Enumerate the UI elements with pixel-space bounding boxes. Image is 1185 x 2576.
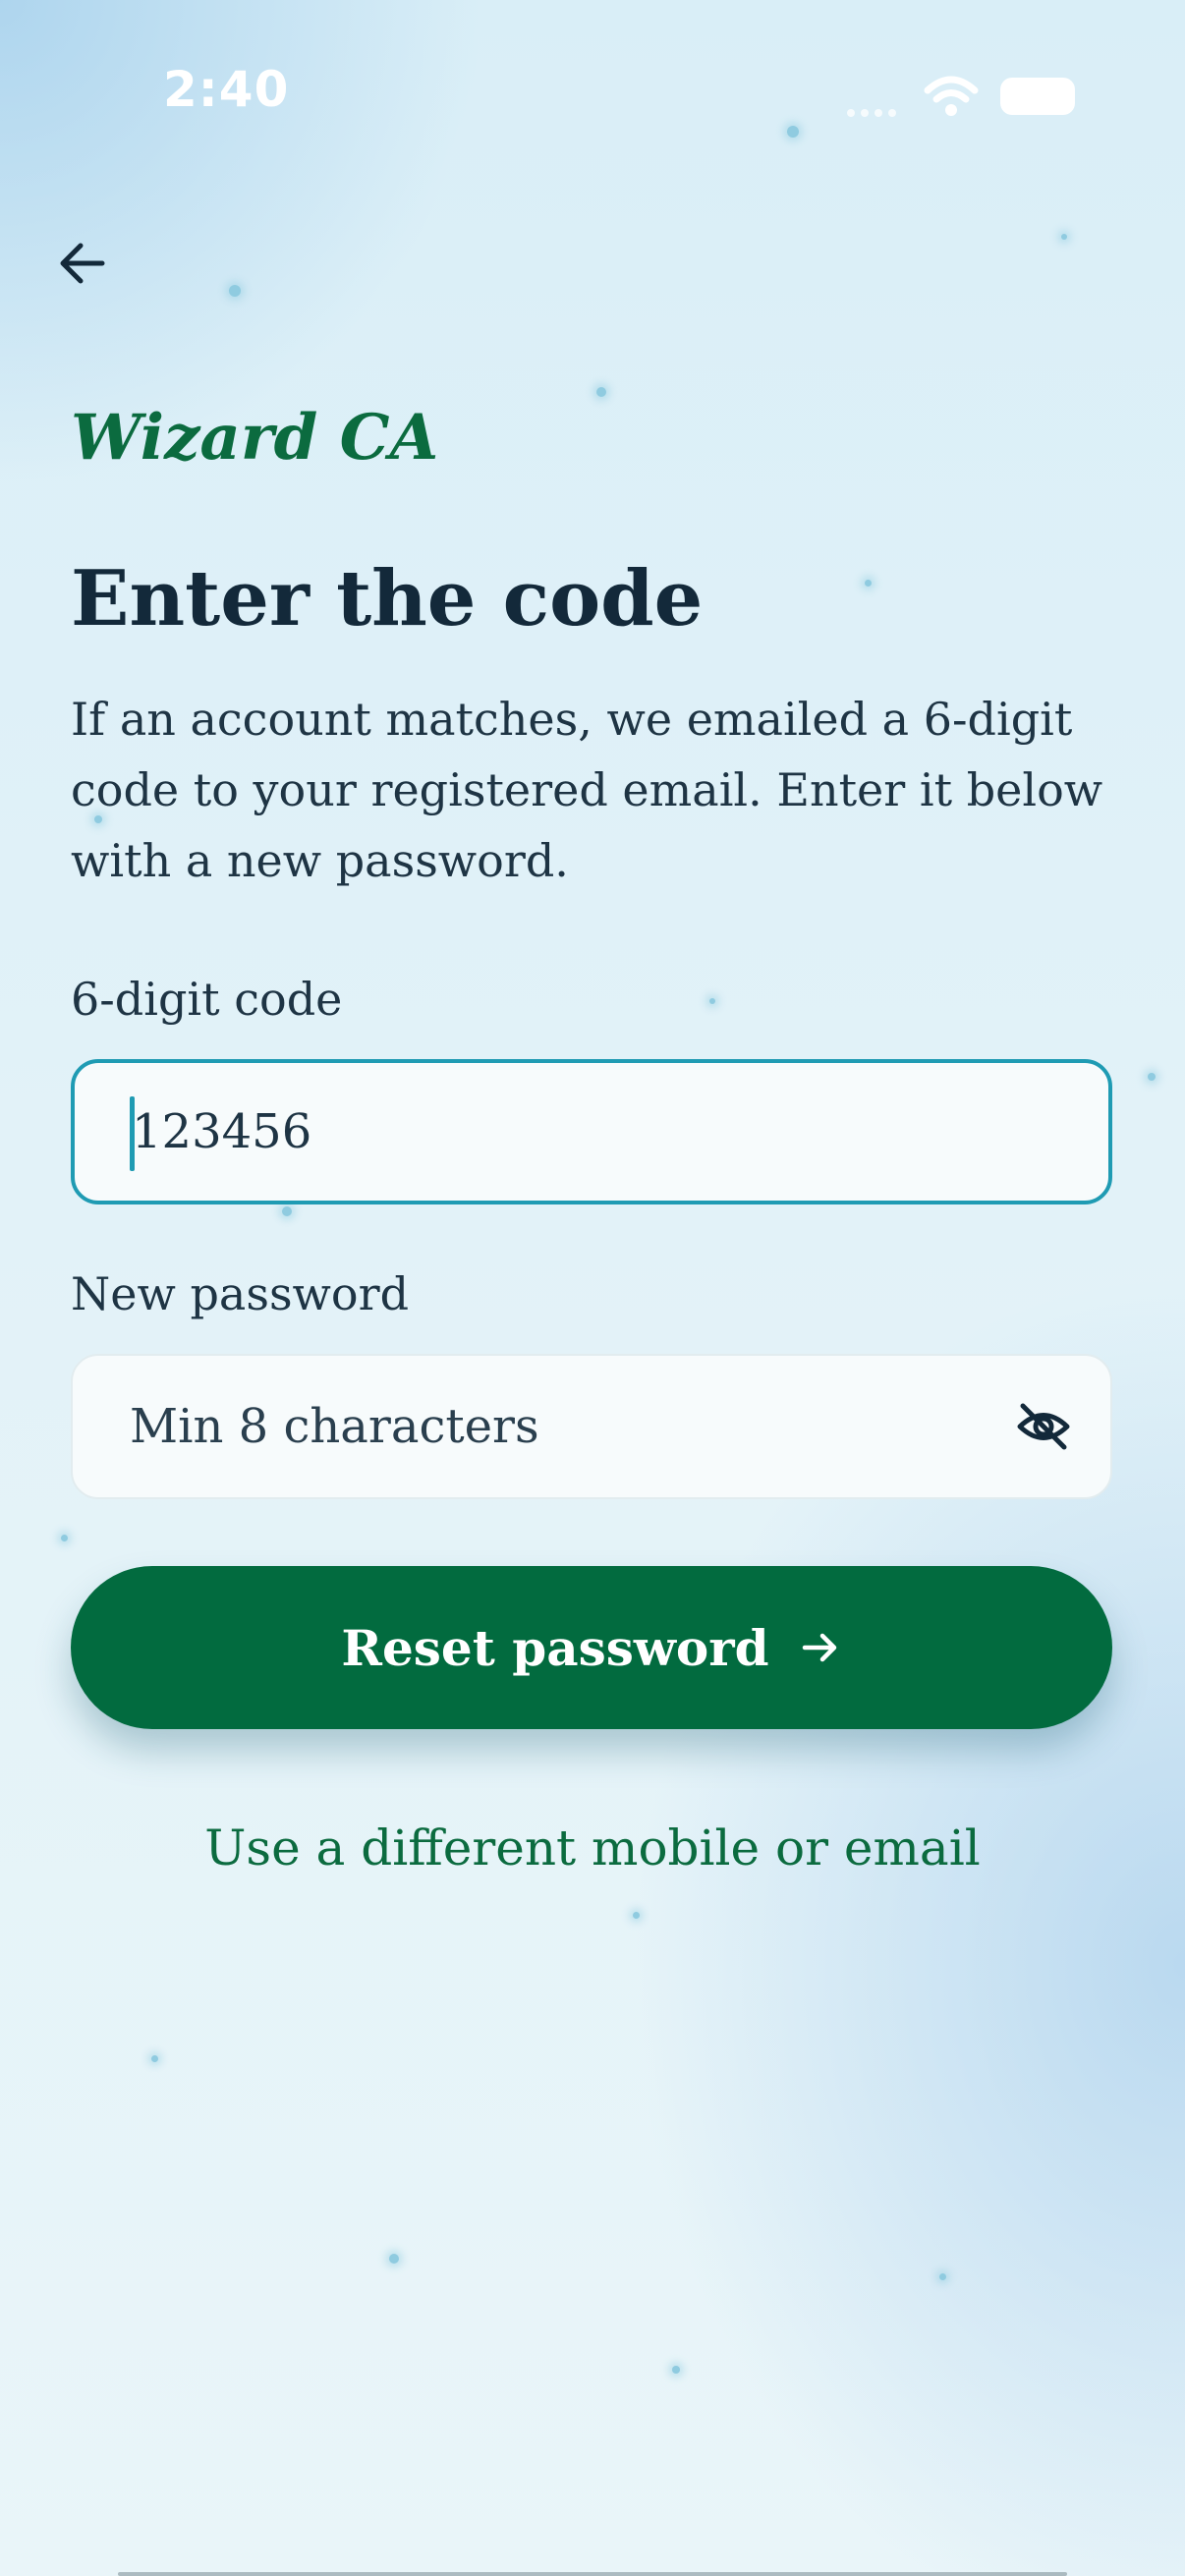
brand-logo: Wizard CA [71,401,439,475]
page-title: Enter the code [71,554,704,644]
background-dot [596,387,606,397]
background-dot [672,2366,680,2374]
reset-password-button[interactable]: Reset password [71,1566,1112,1729]
new-password-input[interactable]: Min 8 characters [71,1354,1112,1499]
reset-password-label: Reset password [341,1618,769,1677]
background-dot [1061,234,1067,240]
arrow-left-icon [60,243,105,284]
background-dot [151,2055,158,2062]
use-different-contact-link[interactable]: Use a different mobile or email [0,1820,1185,1876]
code-input-value: 123456 [132,1104,312,1159]
battery-icon [1000,78,1075,115]
code-field-label: 6-digit code [71,973,343,1026]
eye-off-icon [1017,1403,1070,1450]
status-time: 2:40 [163,61,290,118]
background-dot [865,580,872,587]
background-dot [1148,1073,1156,1081]
page-description: If an account matches, we emailed a 6-di… [71,693,1103,887]
background-dot [229,285,241,297]
background-dot [709,998,715,1004]
background-dot [61,1535,68,1541]
background-dot [633,1912,640,1919]
code-input[interactable]: 123456 [71,1059,1112,1204]
wifi-icon [924,75,979,118]
home-indicator [118,2572,1067,2576]
back-button[interactable] [47,228,118,299]
password-placeholder: Min 8 characters [130,1399,539,1454]
signal-icon [847,102,906,117]
password-visibility-toggle[interactable] [1014,1397,1073,1456]
status-bar: 2:40 [0,0,1185,187]
background-dot [389,2254,399,2264]
background-dot [282,1206,292,1216]
arrow-right-icon [799,1626,842,1669]
password-field-label: New password [71,1267,410,1320]
background-dot [939,2273,946,2280]
